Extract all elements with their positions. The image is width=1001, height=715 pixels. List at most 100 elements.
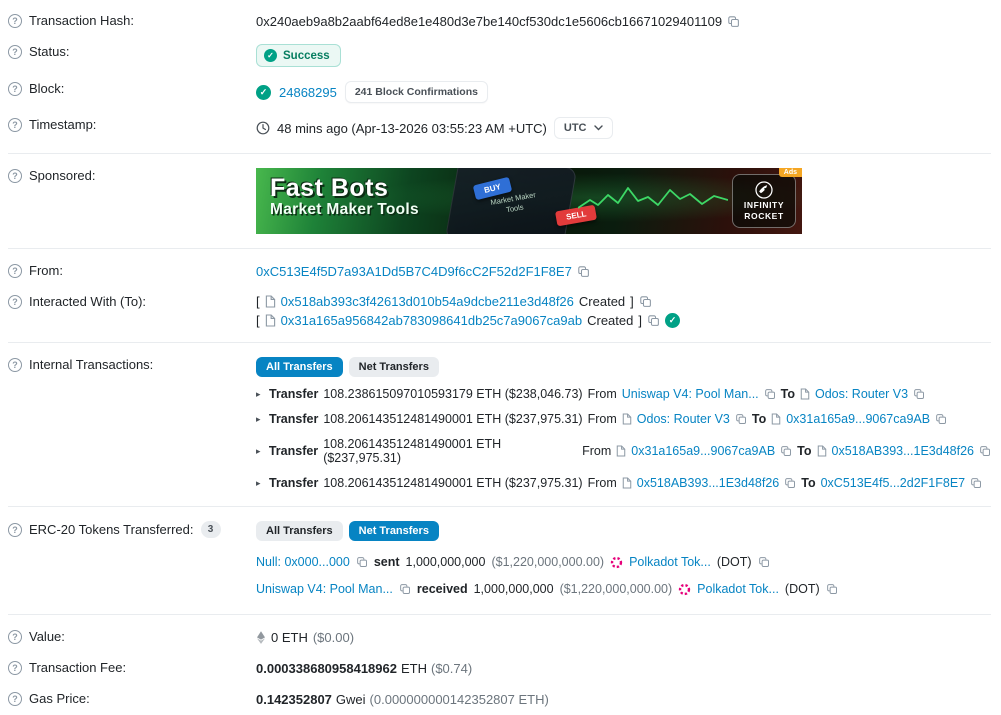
help-icon[interactable]: ? xyxy=(8,630,22,644)
block-number-link[interactable]: 24868295 xyxy=(279,85,337,100)
copy-icon[interactable] xyxy=(399,583,411,595)
row-transaction-hash: ? Transaction Hash: 0x240aeb9a8b2aabf64e… xyxy=(8,6,991,37)
transfer-amount: 108.206143512481490001 ETH ($237,975.31) xyxy=(323,476,582,490)
value-amount: 0 ETH xyxy=(271,630,308,645)
copy-icon[interactable] xyxy=(647,314,660,327)
to-word: To xyxy=(801,476,815,490)
tab-all-transfers[interactable]: All Transfers xyxy=(256,357,343,377)
timezone-selector[interactable]: UTC xyxy=(554,117,613,139)
divider xyxy=(8,506,991,507)
help-icon[interactable]: ? xyxy=(8,169,22,183)
from-word: From xyxy=(588,412,617,426)
row-erc20-transfers: ? ERC-20 Tokens Transferred: 3 All Trans… xyxy=(8,514,991,607)
from-address-link[interactable]: 0xC513E4f5D7a93A1Dd5B7C4D9f6cC2F52d2F1F8… xyxy=(256,264,572,279)
transfer-to-link[interactable]: Odos: Router V3 xyxy=(815,387,908,401)
transfer-to-link[interactable]: 0x31a165a9...9067ca9AB xyxy=(786,412,930,426)
transfer-from-link[interactable]: 0x518AB393...1E3d48f26 xyxy=(637,476,779,490)
copy-icon[interactable] xyxy=(727,15,740,28)
caret-right-icon[interactable]: ▸ xyxy=(256,414,264,425)
created-contract-address-link[interactable]: 0x31a165a956842ab783098641db25c7a9067ca9… xyxy=(281,313,582,328)
caret-right-icon[interactable]: ▸ xyxy=(256,446,264,457)
token-from-link[interactable]: Null: 0x000...000 xyxy=(256,555,350,569)
help-icon[interactable]: ? xyxy=(8,118,22,132)
erc20-transfer-row: Uniswap V4: Pool Man... received 1,000,0… xyxy=(256,582,991,596)
transfer-from-link[interactable]: Uniswap V4: Pool Man... xyxy=(622,387,759,401)
created-contract-address-link[interactable]: 0x518ab393c3f42613d010b54a9dcbe211e3d48f… xyxy=(281,294,574,309)
help-icon[interactable]: ? xyxy=(8,661,22,675)
sponsored-ad-banner[interactable]: Fast Bots Market Maker Tools Market Make… xyxy=(256,168,802,234)
status-badge: ✓ Success xyxy=(256,44,341,67)
rocket-icon xyxy=(754,180,774,200)
gas-price-amount: 0.142352807 xyxy=(256,692,332,707)
created-note: Created xyxy=(579,294,625,309)
copy-icon[interactable] xyxy=(735,413,747,425)
to-word: To xyxy=(781,387,795,401)
transfer-to-link[interactable]: 0x518AB393...1E3d48f26 xyxy=(832,444,974,458)
block-confirmations-badge: 241 Block Confirmations xyxy=(345,81,488,103)
verified-check-icon: ✓ xyxy=(665,313,680,328)
document-icon xyxy=(771,413,781,425)
row-internal-transactions: ? Internal Transactions: All Transfers N… xyxy=(8,350,991,499)
tab-all-transfers[interactable]: All Transfers xyxy=(256,521,343,541)
help-icon[interactable]: ? xyxy=(8,45,22,59)
created-contract-entry: [ 0x518ab393c3f42613d010b54a9dcbe211e3d4… xyxy=(256,294,991,309)
copy-icon[interactable] xyxy=(913,388,925,400)
copy-icon[interactable] xyxy=(784,477,796,489)
tab-net-transfers[interactable]: Net Transfers xyxy=(349,357,439,377)
transaction-fee-label: Transaction Fee: xyxy=(29,660,126,675)
row-transaction-fee: ? Transaction Fee: 0.000338680958418962 … xyxy=(8,653,991,684)
token-usd-value: ($1,220,000,000.00) xyxy=(560,582,673,596)
document-icon xyxy=(265,314,276,327)
transfer-from-link[interactable]: 0x31a165a9...9067ca9AB xyxy=(631,444,775,458)
help-icon[interactable]: ? xyxy=(8,358,22,372)
copy-icon[interactable] xyxy=(979,445,991,457)
token-name-link[interactable]: Polkadot Tok... xyxy=(629,555,711,569)
caret-right-icon[interactable]: ▸ xyxy=(256,389,264,400)
from-word: From xyxy=(588,476,617,490)
token-name-link[interactable]: Polkadot Tok... xyxy=(697,582,779,596)
polkadot-logo-icon xyxy=(678,583,691,596)
erc20-label: ERC-20 Tokens Transferred: xyxy=(29,522,194,537)
banner-title: Fast Bots xyxy=(270,175,419,201)
brand-line-2: ROCKET xyxy=(744,212,784,222)
help-icon[interactable]: ? xyxy=(8,692,22,706)
erc20-transfer-row: Null: 0x000...000 sent 1,000,000,000 ($1… xyxy=(256,555,991,569)
value-label: Value: xyxy=(29,629,65,644)
caret-right-icon[interactable]: ▸ xyxy=(256,478,264,489)
copy-icon[interactable] xyxy=(780,445,792,457)
token-symbol: (DOT) xyxy=(717,555,752,569)
transaction-hash-label: Transaction Hash: xyxy=(29,13,134,28)
copy-icon[interactable] xyxy=(758,556,770,568)
row-status: ? Status: ✓ Success xyxy=(8,37,991,74)
copy-icon[interactable] xyxy=(764,388,776,400)
created-contract-entry: [ 0x31a165a956842ab783098641db25c7a9067c… xyxy=(256,313,991,328)
help-icon[interactable]: ? xyxy=(8,523,22,537)
copy-icon[interactable] xyxy=(577,265,590,278)
bracket: [ xyxy=(256,294,260,309)
copy-icon[interactable] xyxy=(826,583,838,595)
chevron-down-icon xyxy=(594,125,603,131)
document-icon xyxy=(622,413,632,425)
gas-price-eth: (0.000000000142352807 ETH) xyxy=(370,692,549,707)
copy-icon[interactable] xyxy=(970,477,982,489)
check-circle-icon: ✓ xyxy=(256,85,271,100)
help-icon[interactable]: ? xyxy=(8,295,22,309)
copy-icon[interactable] xyxy=(356,556,368,568)
from-label: From: xyxy=(29,263,63,278)
token-usd-value: ($1,220,000,000.00) xyxy=(491,555,604,569)
copy-icon[interactable] xyxy=(639,295,652,308)
brand-line-1: INFINITY xyxy=(744,201,784,211)
transfer-action: Transfer xyxy=(269,412,318,426)
copy-icon[interactable] xyxy=(935,413,947,425)
transfer-from-link[interactable]: Odos: Router V3 xyxy=(637,412,730,426)
help-icon[interactable]: ? xyxy=(8,82,22,96)
help-icon[interactable]: ? xyxy=(8,264,22,278)
help-icon[interactable]: ? xyxy=(8,14,22,28)
token-from-link[interactable]: Uniswap V4: Pool Man... xyxy=(256,582,393,596)
row-interacted-with: ? Interacted With (To): [ 0x518ab393c3f4… xyxy=(8,287,991,335)
gas-price-unit: Gwei xyxy=(336,692,366,707)
banner-subtitle: Market Maker Tools xyxy=(270,201,419,219)
tab-net-transfers[interactable]: Net Transfers xyxy=(349,521,439,541)
token-amount: 1,000,000,000 xyxy=(474,582,554,596)
transfer-to-link[interactable]: 0xC513E4f5...2d2F1F8E7 xyxy=(821,476,966,490)
